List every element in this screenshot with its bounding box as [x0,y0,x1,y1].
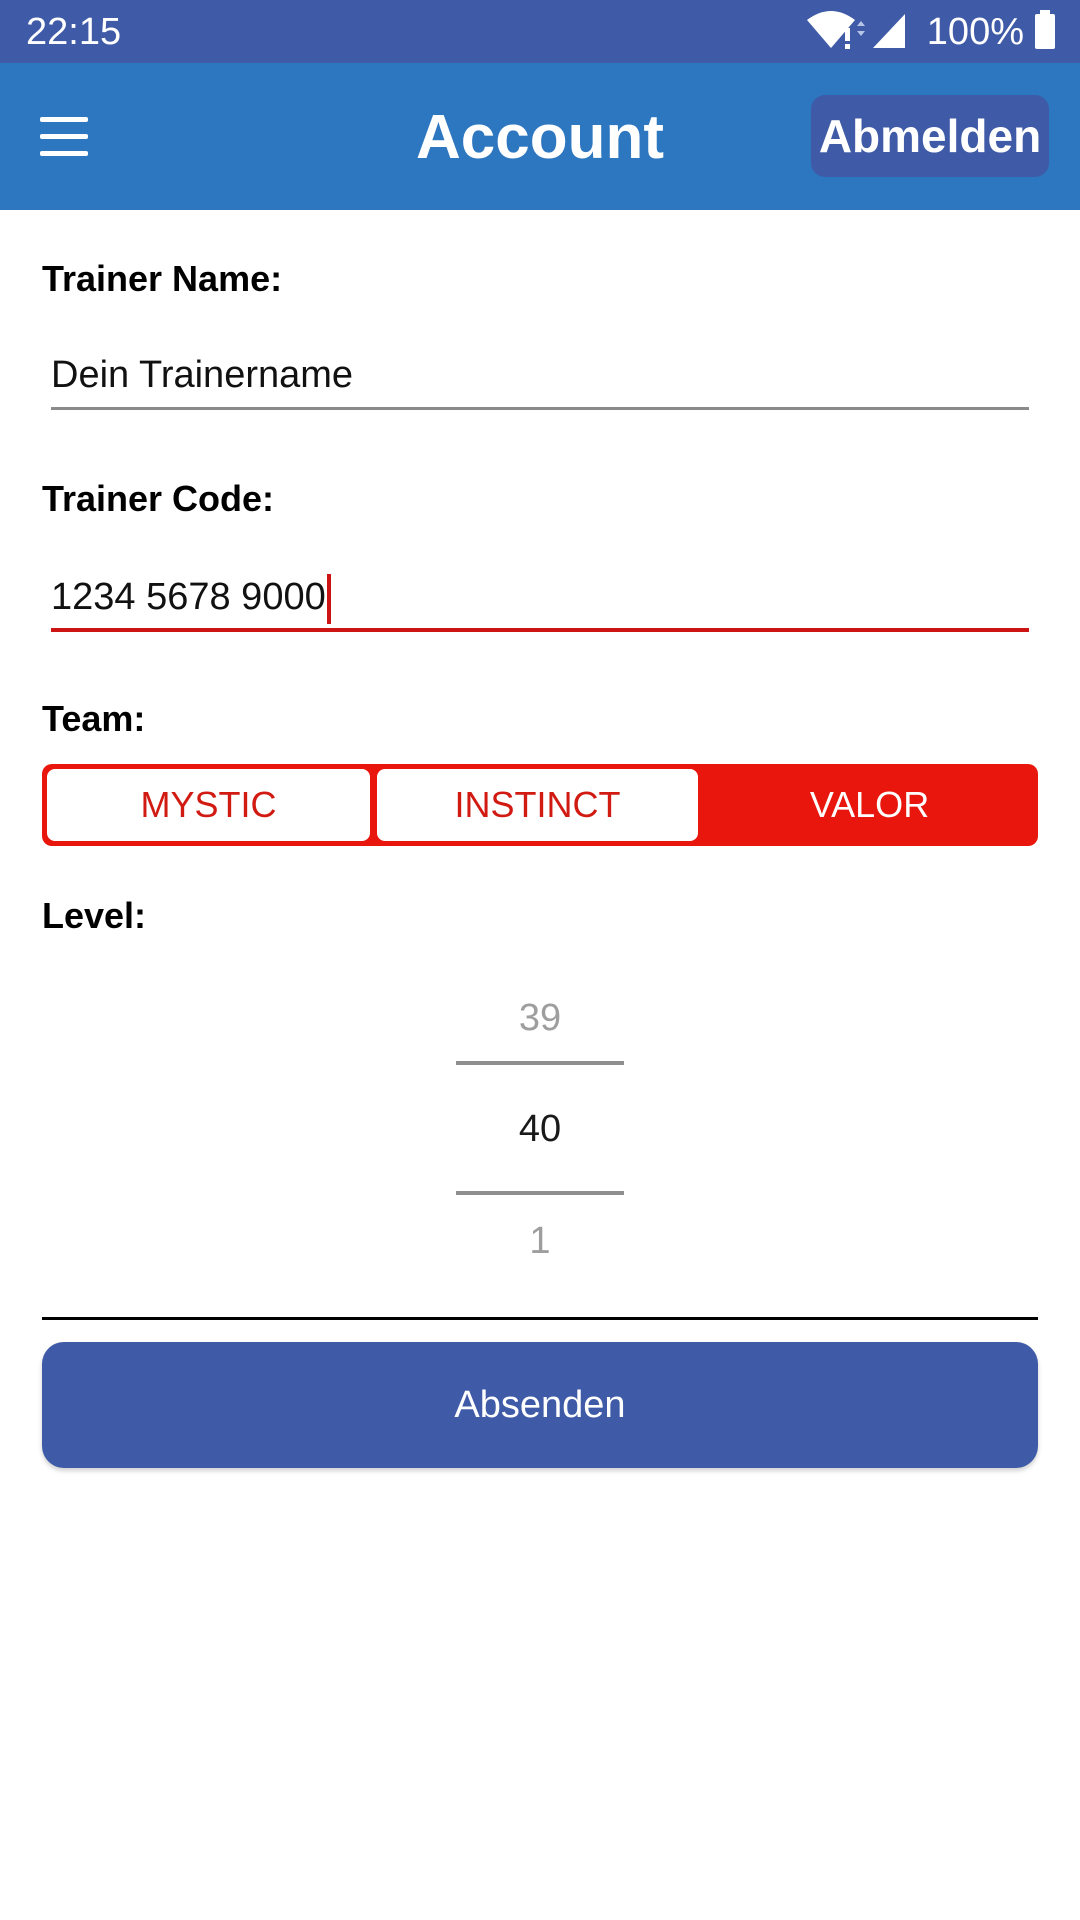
logout-button[interactable]: Abmelden [811,95,1049,177]
team-option-valor[interactable]: VALOR [706,769,1033,841]
battery-percent: 100% [926,10,1024,53]
trainer-name-input[interactable]: Dein Trainername [51,340,1029,410]
picker-top-line [456,1061,624,1065]
account-screen: 22:15 100% Account Abmelden Trainer Name… [0,0,1080,1920]
status-time: 22:15 [26,11,122,53]
team-option-mystic[interactable]: MYSTIC [47,769,370,841]
trainer-name-value: Dein Trainername [51,354,354,396]
level-current-value[interactable]: 40 [456,1108,624,1151]
level-previous-value[interactable]: 39 [456,997,624,1040]
wifi-alert-icon [805,8,869,57]
team-label: Team: [42,698,146,739]
status-icons: 100% [805,8,1056,56]
trainer-code-input[interactable]: 1234 5678 9000 [51,562,1029,632]
team-segmented-control: MYSTIC INSTINCT VALOR [42,764,1038,846]
signal-icon [869,10,909,55]
trainer-code-label: Trainer Code: [42,478,275,519]
trainer-code-value: 1234 5678 9000 [51,576,326,618]
team-option-instinct[interactable]: INSTINCT [377,769,698,841]
picker-bottom-line [456,1191,624,1195]
level-label: Level: [42,895,147,936]
app-bar: Account Abmelden [0,63,1080,210]
level-next-value[interactable]: 1 [456,1220,624,1263]
submit-button[interactable]: Absenden [42,1342,1038,1468]
status-bar: 22:15 100% [0,0,1080,63]
trainer-name-label: Trainer Name: [42,258,283,299]
battery-icon [1034,9,1056,55]
form-divider [42,1317,1038,1320]
text-caret [326,573,331,624]
